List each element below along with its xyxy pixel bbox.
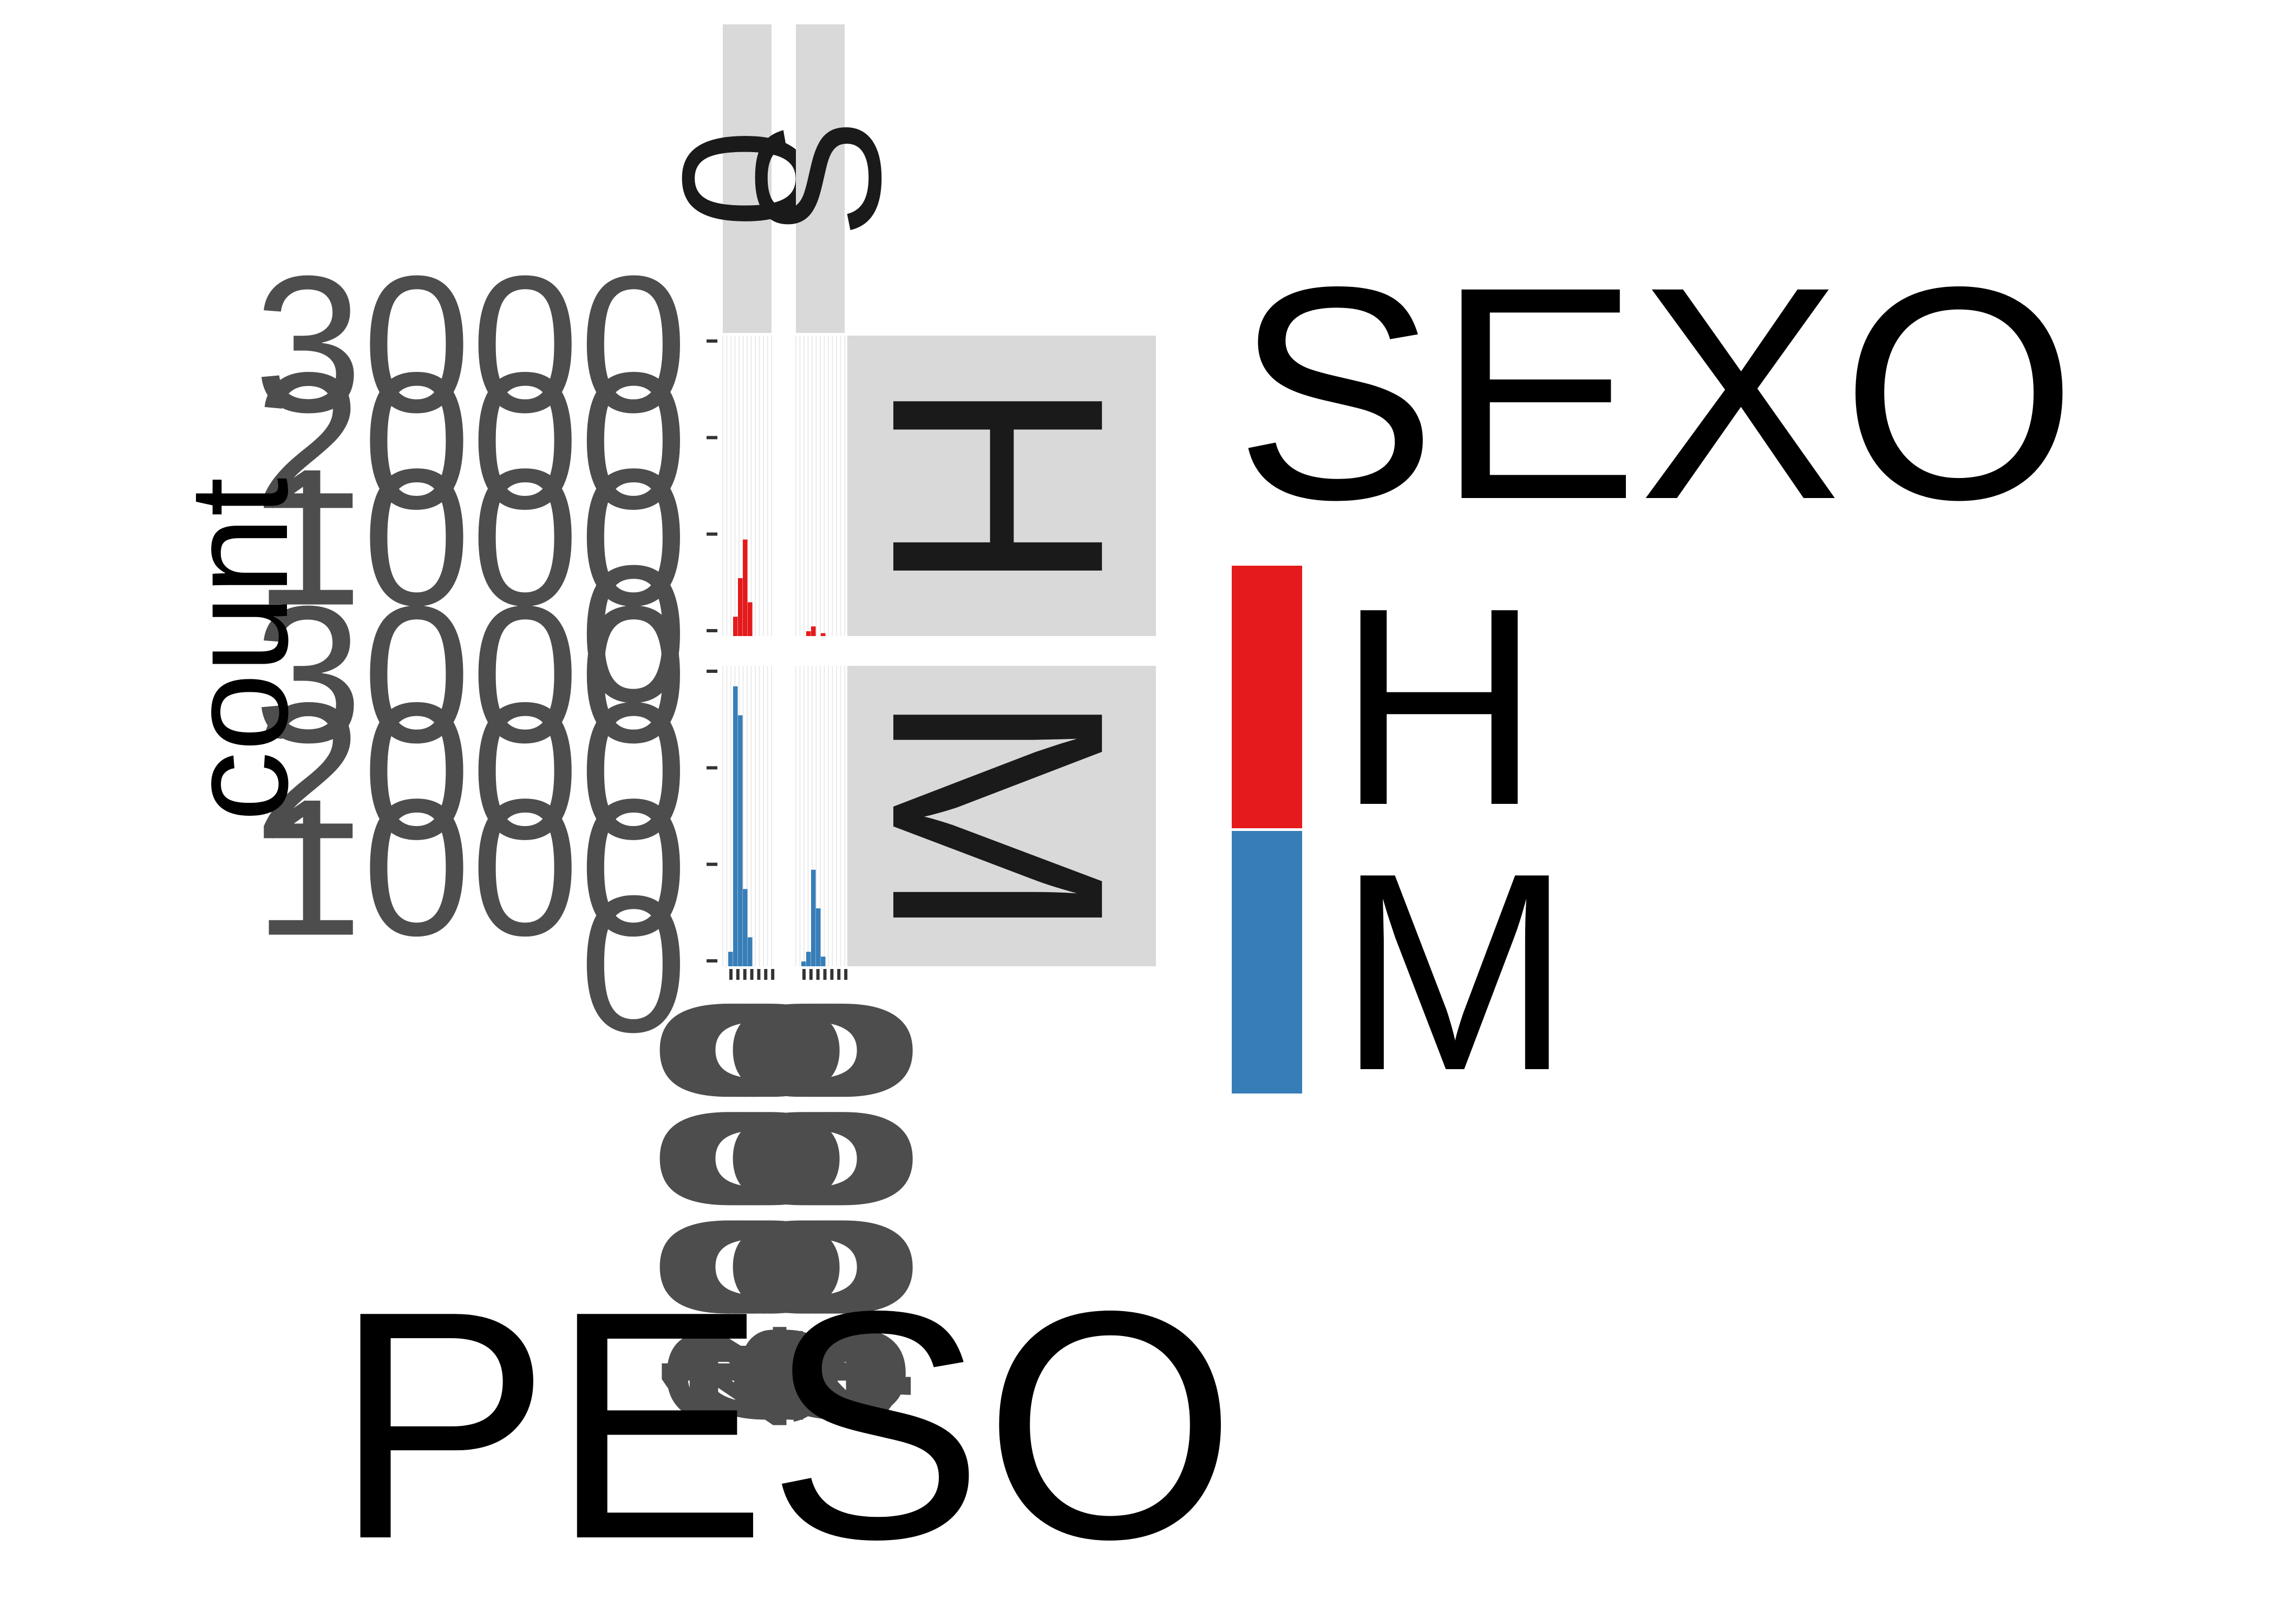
facet-strip-row-label: M <box>829 690 1168 942</box>
y-tick-label: 3000 <box>254 235 688 453</box>
histogram-bar <box>733 617 738 636</box>
legend-label: M <box>1337 815 1572 1129</box>
x-axis-title: PESO <box>334 1244 1236 1607</box>
histogram-bar <box>811 626 816 636</box>
histogram-bar <box>738 715 743 966</box>
legend-title: SEXO <box>1234 224 2077 562</box>
histogram-bar <box>821 957 826 966</box>
histogram-bar <box>806 952 811 966</box>
legend: SEXO HM <box>1232 224 2077 1129</box>
histogram-bar <box>806 631 811 636</box>
histogram-bar <box>816 908 821 966</box>
histogram-bar <box>811 869 816 966</box>
y-tick-label: 3000 <box>254 566 688 783</box>
chart: 01000200030000100020003000 1000200030004… <box>160 24 2077 1607</box>
histogram-bar <box>801 961 806 966</box>
y-axis-ticks: 01000200030000100020003000 <box>254 235 717 1073</box>
panels <box>722 336 845 966</box>
facet-strip-col-label: S <box>718 119 918 238</box>
panel-0-M <box>722 666 772 966</box>
legend-key-M <box>1232 831 1302 1093</box>
panel-0-H <box>722 336 772 636</box>
histogram-bar <box>743 889 748 966</box>
facet-strip-row-label: H <box>829 376 1168 595</box>
histogram-bar <box>748 602 753 636</box>
histogram-bar <box>733 686 738 966</box>
histogram-bar <box>743 539 748 636</box>
histogram-bar <box>728 952 733 966</box>
histogram-bar <box>821 633 826 636</box>
y-axis-title: count <box>160 477 317 822</box>
histogram-bar <box>738 578 743 636</box>
legend-key-H <box>1232 566 1302 828</box>
histogram-bar <box>748 937 753 966</box>
